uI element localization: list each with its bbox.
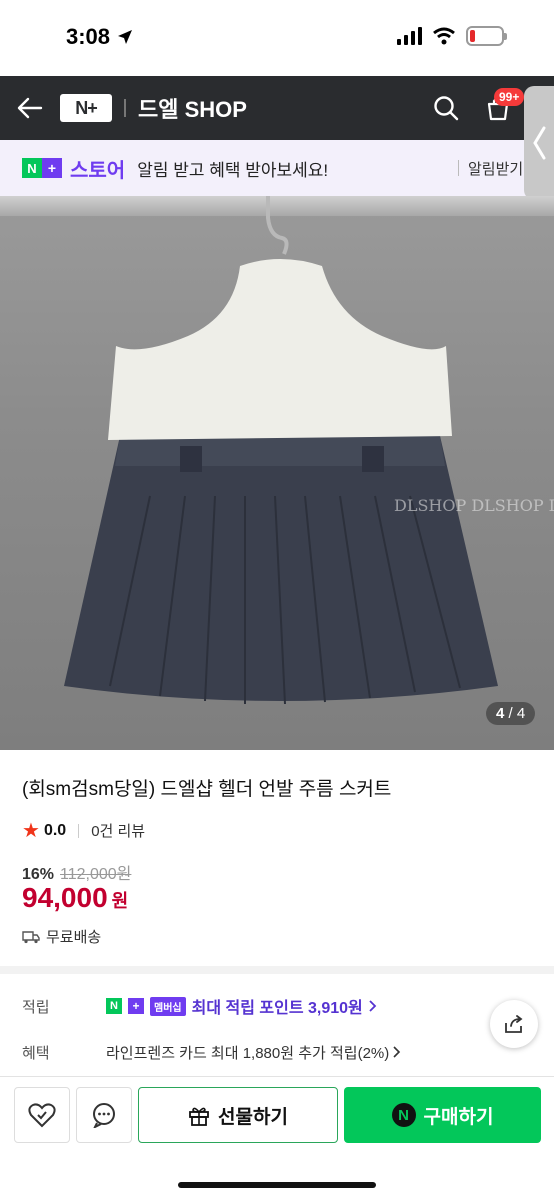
store-notice-banner[interactable]: N + 스토어 알림 받고 혜택 받아보세요! 알림받기 bbox=[0, 140, 554, 196]
back-arrow-icon bbox=[17, 97, 43, 119]
points-row[interactable]: N + 멤버십 최대 적립 포인트 3,910원 bbox=[106, 994, 377, 1018]
section-divider bbox=[0, 966, 554, 974]
talk-talk-button[interactable] bbox=[76, 1087, 132, 1143]
chevron-right-icon bbox=[393, 1046, 401, 1058]
card-benefit-row[interactable]: 라인프렌즈 카드 최대 1,880원 추가 적립(2%) bbox=[106, 1042, 401, 1063]
card-benefit-text: 라인프렌즈 카드 최대 1,880원 추가 적립(2%) bbox=[106, 1045, 390, 1062]
naver-n-mini-badge: N bbox=[106, 998, 122, 1014]
clock-text: 3:08 bbox=[66, 24, 111, 49]
buy-label: 구매하기 bbox=[423, 1106, 494, 1128]
naver-plus-logo[interactable]: N+ bbox=[60, 94, 112, 122]
status-bar: 3:08 bbox=[0, 0, 554, 76]
cart-count-badge: 99+ bbox=[494, 88, 525, 106]
back-button[interactable] bbox=[0, 76, 60, 140]
cart-button[interactable]: 99+ bbox=[472, 76, 525, 140]
product-image-gallery[interactable]: DLSHOP DLSHOP DL 4 / 4 bbox=[0, 196, 554, 750]
rating-separator bbox=[78, 823, 80, 838]
gift-icon bbox=[189, 1107, 209, 1126]
gift-button[interactable]: 선물하기 bbox=[138, 1087, 338, 1143]
notice-separator bbox=[458, 160, 459, 176]
header-separator bbox=[124, 99, 126, 117]
chevron-right-icon bbox=[369, 1000, 377, 1012]
heart-check-icon bbox=[28, 1103, 56, 1128]
delivery-text: 무료배송 bbox=[46, 929, 102, 946]
chevron-left-icon bbox=[533, 126, 546, 160]
wifi-icon bbox=[433, 27, 455, 45]
price-unit: 원 bbox=[111, 891, 129, 911]
home-indicator bbox=[178, 1182, 376, 1188]
chat-bubble-icon bbox=[93, 1103, 115, 1128]
gift-label: 선물하기 bbox=[218, 1106, 288, 1128]
product-title: (회sm검sm당일) 드엘샵 헬더 언발 주름 스커트 bbox=[22, 779, 392, 800]
image-page-indicator: 4 / 4 bbox=[486, 702, 536, 725]
plus-badge: + bbox=[42, 158, 62, 178]
sale-price: 94,000 bbox=[22, 882, 108, 913]
star-icon: ★ bbox=[22, 820, 40, 842]
current-image-index: 4 bbox=[496, 705, 505, 722]
wishlist-button[interactable] bbox=[14, 1087, 70, 1143]
truck-icon bbox=[22, 930, 40, 943]
shop-name[interactable]: 드엘 SHOP bbox=[138, 92, 247, 124]
side-drawer-handle[interactable] bbox=[524, 86, 554, 200]
delivery-info: 무료배송 bbox=[22, 926, 101, 947]
share-button[interactable] bbox=[490, 1000, 538, 1048]
review-count-link[interactable]: 0건 리뷰 bbox=[91, 820, 145, 841]
discount-row: 16% 112,000원 bbox=[22, 860, 131, 884]
naver-n-badge: N bbox=[22, 158, 42, 178]
points-label: 적립 bbox=[22, 999, 50, 1016]
battery-level bbox=[470, 30, 475, 42]
page-separator: / bbox=[508, 705, 513, 722]
app-header: N+ 드엘 SHOP 99+ bbox=[0, 76, 554, 140]
store-label: 스토어 bbox=[70, 159, 126, 182]
subscribe-alert-button[interactable]: 알림받기 bbox=[468, 158, 523, 179]
buy-button[interactable]: N 구매하기 bbox=[344, 1087, 541, 1143]
battery-icon bbox=[466, 26, 507, 46]
cellular-signal-icon bbox=[397, 27, 422, 45]
plus-mini-badge: + bbox=[128, 998, 144, 1014]
rating-value: 0.0 bbox=[43, 821, 67, 839]
max-points-text: 최대 적립 포인트 3,910원 bbox=[191, 1000, 363, 1017]
search-icon bbox=[434, 96, 459, 121]
status-indicators bbox=[397, 26, 507, 46]
total-image-count: 4 bbox=[516, 705, 526, 722]
image-watermark: DLSHOP DLSHOP DL bbox=[394, 496, 554, 515]
original-price: 112,000원 bbox=[60, 866, 132, 883]
location-arrow-icon bbox=[118, 30, 133, 44]
notice-text: 알림 받고 혜택 받아보세요! bbox=[137, 160, 329, 180]
benefit-label: 혜택 bbox=[22, 1045, 50, 1062]
naver-pay-icon: N bbox=[391, 1103, 416, 1127]
product-photo bbox=[64, 196, 498, 705]
price-row: 94,000 원 bbox=[22, 882, 128, 914]
share-icon bbox=[505, 1015, 523, 1033]
status-time: 3:08 bbox=[66, 24, 134, 50]
search-button[interactable] bbox=[420, 76, 472, 140]
membership-badge: 멤버십 bbox=[150, 996, 186, 1016]
rating-row[interactable]: ★ 0.0 0건 리뷰 bbox=[22, 818, 145, 843]
